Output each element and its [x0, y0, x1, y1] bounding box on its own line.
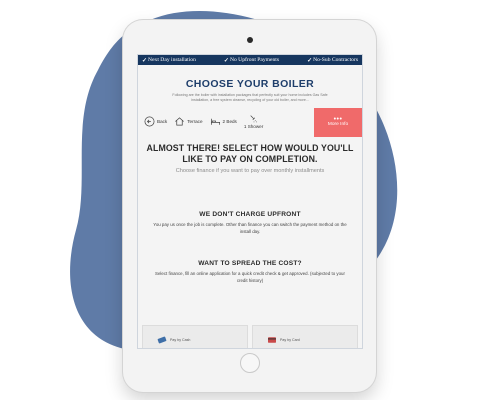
home-button	[240, 353, 260, 373]
tablet-device: ✓ Next Day installation ✓ No Upfront Pay…	[123, 20, 376, 392]
screen: ✓ Next Day installation ✓ No Upfront Pay…	[137, 54, 363, 349]
step-bedrooms[interactable]: 2 Beds	[210, 116, 237, 127]
step-property[interactable]: Terrace	[174, 116, 203, 127]
payment-heading: ALMOST THERE! SELECT HOW WOULD YOU'LL LI…	[146, 143, 354, 165]
no-upfront-text: You pay us once the job is complete. Oth…	[153, 222, 347, 235]
back-button[interactable]: Back	[144, 116, 167, 127]
bed-icon	[210, 118, 220, 125]
pay-by-card-option[interactable]: Pay by Card	[252, 325, 358, 348]
shower-icon	[249, 115, 257, 123]
camera-dot	[247, 37, 253, 43]
check-icon: ✓	[142, 57, 148, 64]
step-shower[interactable]: 1 Shower	[244, 114, 263, 129]
back-arrow-icon	[144, 116, 155, 127]
check-icon: ✓	[223, 57, 229, 64]
banner-item-contractors: ✓ No-Sub Contractors	[307, 57, 358, 64]
pay-by-cash-option[interactable]: Pay by Cash	[142, 325, 248, 348]
payment-options: Pay by Cash Pay by Card	[142, 325, 358, 348]
check-icon: ✓	[307, 57, 313, 64]
banner-item-payments: ✓ No Upfront Payments	[223, 57, 280, 64]
no-upfront-title: WE DON'T CHARGE UPFRONT	[199, 211, 301, 219]
banner-item-installation: ✓ Next Day installation	[142, 57, 196, 64]
card-icon	[268, 337, 276, 343]
more-info-button[interactable]: ••• More Info	[314, 107, 362, 137]
top-banner: ✓ Next Day installation ✓ No Upfront Pay…	[138, 55, 362, 65]
house-icon	[175, 117, 185, 126]
cash-icon	[157, 336, 167, 344]
payment-subheading: Choose finance if you want to pay over m…	[175, 168, 325, 175]
spread-cost-text: Select finance, fill an online applicati…	[155, 271, 345, 284]
page-title: CHOOSE YOUR BOILER	[185, 78, 315, 90]
spread-cost-title: WANT TO SPREAD THE COST?	[198, 260, 302, 268]
page-subtitle: Following are the boiler with installati…	[172, 93, 328, 102]
step-summary: Back Terrace 2 Beds 1 Shower ••• More In…	[138, 107, 362, 137]
